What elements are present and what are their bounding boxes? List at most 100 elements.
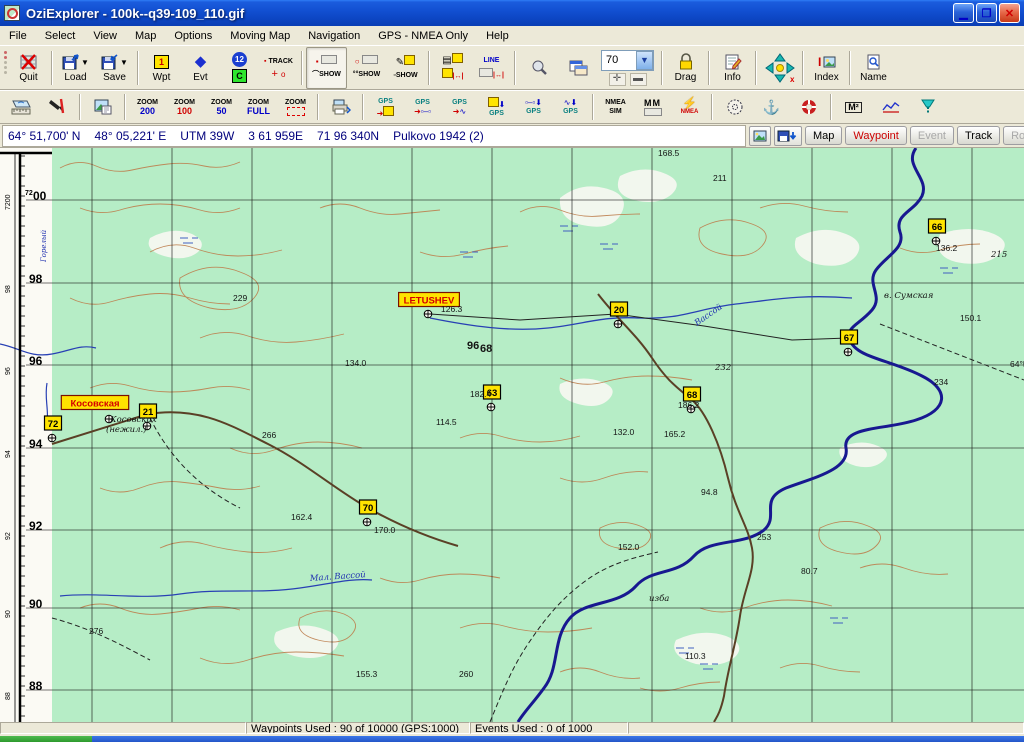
separator xyxy=(137,51,139,85)
track-plus-icon[interactable]: + o xyxy=(272,70,286,79)
zoom-level-input[interactable]: 70 xyxy=(602,54,636,66)
distance-ruler-button[interactable] xyxy=(2,93,39,122)
index-button[interactable]: I Index xyxy=(807,48,846,88)
coordinate-bar: 64° 51,700' N 48° 05,221' E UTM 39W 3 61… xyxy=(0,124,1024,148)
utm-northing-readout: 71 96 340N xyxy=(317,129,379,143)
start-button-fragment[interactable] xyxy=(0,736,92,742)
menu-map[interactable]: Map xyxy=(126,28,165,44)
map-feature-tools-button[interactable] xyxy=(39,93,76,122)
show-waypoints-button[interactable]: ○ °°SHOW xyxy=(347,48,386,88)
wpt-comment-toggle-icon[interactable]: C xyxy=(232,69,247,83)
status-empty-panel xyxy=(0,722,246,734)
dotted-rect-icon xyxy=(287,107,305,116)
map-viewport[interactable]: 7200720098989696949492929090888866672063… xyxy=(0,148,1024,722)
quit-button[interactable]: Quit xyxy=(9,48,48,88)
separator xyxy=(514,51,516,85)
svg-text:92: 92 xyxy=(5,532,12,540)
event-button[interactable]: ◆ Evt xyxy=(181,48,220,88)
zoom-in-button[interactable]: ✛ xyxy=(609,73,626,86)
event-mode-button[interactable]: Event xyxy=(910,126,954,145)
svg-text:94: 94 xyxy=(29,437,43,451)
map-mode-button[interactable]: Map xyxy=(805,126,842,145)
zoom-window-button[interactable]: ZOOM xyxy=(277,93,314,122)
show-names-button[interactable]: ✎ ▫SHOW xyxy=(386,48,425,88)
anchor-button[interactable]: ⚓ xyxy=(753,93,790,122)
wpt-number-toggle-icon[interactable]: 12 xyxy=(232,52,247,67)
gps-get-waypoints-button[interactable]: ⬇ GPS xyxy=(478,93,515,122)
gps-send-routes-button[interactable]: GPS ➜▫–▫ xyxy=(404,93,441,122)
waypoint-button[interactable]: 1 Wpt xyxy=(142,48,181,88)
zoom-50-button[interactable]: ZOOM 50 xyxy=(203,93,240,122)
zoom-200-button[interactable]: ZOOM 200 xyxy=(129,93,166,122)
wpt-number-comment-toggles[interactable]: 12 C xyxy=(220,48,259,88)
windows-taskbar[interactable] xyxy=(0,736,1024,742)
menu-gps-nmea[interactable]: GPS - NMEA Only xyxy=(369,28,477,44)
zoom-out-button[interactable]: ▬ xyxy=(630,73,647,86)
separator xyxy=(124,94,126,120)
menu-options[interactable]: Options xyxy=(165,28,221,44)
svg-text:90: 90 xyxy=(5,610,12,618)
nmea-simulator-button[interactable]: NMEA SIM xyxy=(597,93,634,122)
restore-button[interactable]: ❐ xyxy=(976,3,997,23)
menu-moving-map[interactable]: Moving Map xyxy=(221,28,299,44)
save-button[interactable]: ▼ Save xyxy=(95,48,134,88)
svg-text:88: 88 xyxy=(5,692,12,700)
show-track-button[interactable]: ▪ ⌒SHOW xyxy=(306,47,347,89)
map-text-label: 215 xyxy=(990,250,1007,260)
moving-map-button[interactable]: MM xyxy=(634,93,671,122)
track-line-style-button[interactable]: LINE |↔| xyxy=(472,48,511,88)
wpt-name-style-button[interactable]: ▤ |↔| xyxy=(433,48,472,88)
map-image-button[interactable] xyxy=(84,93,121,122)
area-measure-button[interactable]: M² xyxy=(835,93,872,122)
track-profile-button[interactable] xyxy=(872,93,909,122)
event-diamond-icon: ◆ xyxy=(195,52,207,72)
map-shift-pad[interactable]: x xyxy=(760,48,799,88)
menu-help[interactable]: Help xyxy=(477,28,518,44)
save-map-image-button[interactable] xyxy=(774,126,802,146)
gps-get-tracks-button[interactable]: ∿⬇ GPS xyxy=(552,93,589,122)
gps-get-routes-button[interactable]: ▫–▫⬇ GPS xyxy=(515,93,552,122)
zoom-full-button[interactable]: ZOOM FULL xyxy=(240,93,277,122)
load-dropdown-arrow[interactable]: ▼ xyxy=(81,57,89,68)
name-search-button[interactable]: Name xyxy=(854,48,893,88)
gps-send-tracks-button[interactable]: GPS ➜∿ xyxy=(441,93,478,122)
menu-select[interactable]: Select xyxy=(36,28,85,44)
separator xyxy=(317,94,319,120)
map-text-label: 126.3 xyxy=(441,304,463,314)
secondary-toolbar: ZOOM 200 ZOOM 100 ZOOM 50 ZOOM FULL ZOOM… xyxy=(0,90,1024,124)
mob-button[interactable] xyxy=(790,93,827,122)
save-dropdown-arrow[interactable]: ▼ xyxy=(120,57,128,68)
zoom-dropdown-button[interactable]: ▼ xyxy=(636,51,653,70)
quit-icon xyxy=(19,52,39,72)
track-controls[interactable]: ▪ TRACK + o xyxy=(259,48,298,88)
map-text-label: 266 xyxy=(262,430,276,440)
waypoint-box-icon xyxy=(362,55,378,64)
map-text-label: 232 xyxy=(714,363,731,373)
load-button[interactable]: ▼ Load xyxy=(56,48,95,88)
track-filter-button[interactable] xyxy=(909,93,946,122)
route-mode-button[interactable]: Route xyxy=(1003,126,1024,145)
info-button[interactable]: Info xyxy=(713,48,752,88)
title-bar[interactable]: OziExplorer - 100k--q39-109_110.gif ▁ ❐ … xyxy=(0,0,1024,26)
window-title: OziExplorer - 100k--q39-109_110.gif xyxy=(26,6,951,21)
drag-button[interactable]: Drag xyxy=(666,48,705,88)
svg-text:72: 72 xyxy=(48,419,59,430)
toolbar-grip[interactable] xyxy=(2,49,9,87)
screen-image-button[interactable] xyxy=(749,126,771,146)
svg-text:88: 88 xyxy=(29,679,43,693)
compass-button[interactable] xyxy=(716,93,753,122)
waypoint-mode-button[interactable]: Waypoint xyxy=(845,126,906,145)
nmea-comm-button[interactable]: ⚡ NMEA xyxy=(671,93,708,122)
track-mode-button[interactable]: Track xyxy=(957,126,1000,145)
magnify-button[interactable] xyxy=(519,48,558,88)
print-button[interactable] xyxy=(322,93,359,122)
minimize-button[interactable]: ▁ xyxy=(953,3,974,23)
zoom-100-button[interactable]: ZOOM 100 xyxy=(166,93,203,122)
map-windows-button[interactable] xyxy=(558,48,597,88)
menu-navigation[interactable]: Navigation xyxy=(299,28,369,44)
close-button[interactable]: ✕ xyxy=(999,3,1020,23)
menu-view[interactable]: View xyxy=(84,28,126,44)
menu-file[interactable]: File xyxy=(0,28,36,44)
map-text-label: 253 xyxy=(757,532,771,542)
gps-send-waypoints-button[interactable]: GPS ➜ xyxy=(367,93,404,122)
